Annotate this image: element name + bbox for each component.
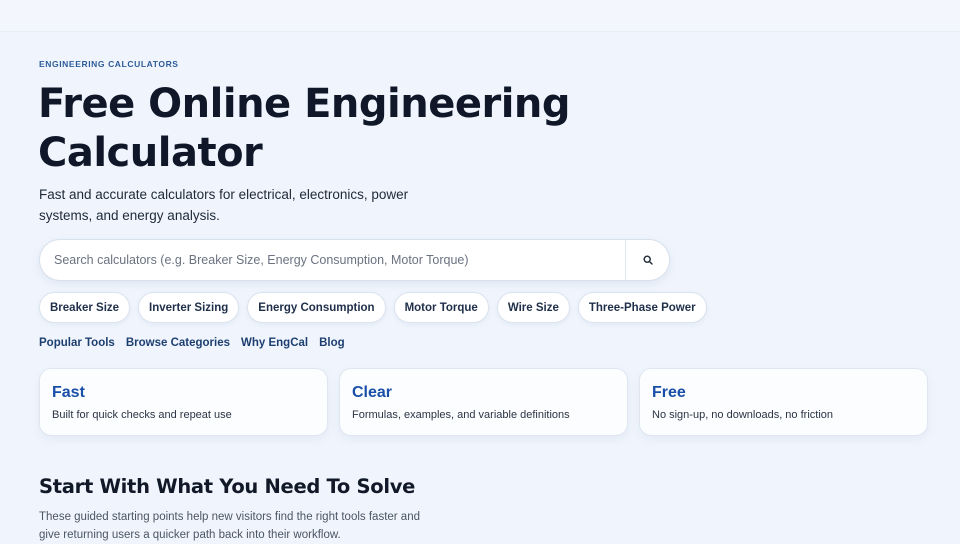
nav-popular-tools[interactable]: Popular Tools xyxy=(39,337,115,349)
chip-energy-consumption[interactable]: Energy Consumption xyxy=(247,292,386,323)
section-description: These guided starting points help new vi… xyxy=(39,511,420,541)
eyebrow-label: ENGINEERING CALCULATORS xyxy=(39,59,179,69)
search-icon xyxy=(642,255,653,265)
chip-motor-torque[interactable]: Motor Torque xyxy=(393,292,489,323)
feature-card-clear: Clear Formulas, examples, and variable d… xyxy=(339,368,628,436)
feature-desc: Built for quick checks and repeat use xyxy=(52,409,232,421)
quick-chips: Breaker Size Inverter Sizing Energy Cons… xyxy=(39,292,707,323)
feature-card-free: Free No sign-up, no downloads, no fricti… xyxy=(639,368,928,436)
top-bar xyxy=(0,0,960,32)
feature-cards: Fast Built for quick checks and repeat u… xyxy=(39,368,928,436)
nav-why-engcal[interactable]: Why EngCal xyxy=(241,337,308,349)
feature-desc: No sign-up, no downloads, no friction xyxy=(652,409,833,421)
nav-blog[interactable]: Blog xyxy=(319,337,345,349)
chip-inverter-sizing[interactable]: Inverter Sizing xyxy=(138,292,240,323)
hero-subtitle: Fast and accurate calculators for electr… xyxy=(39,187,409,223)
chip-wire-size[interactable]: Wire Size xyxy=(496,292,570,323)
feature-title: Free xyxy=(652,384,686,401)
feature-card-fast: Fast Built for quick checks and repeat u… xyxy=(39,368,328,436)
chip-three-phase-power[interactable]: Three-Phase Power xyxy=(577,292,707,323)
section-nav: Popular Tools Browse Categories Why EngC… xyxy=(39,337,345,349)
chip-breaker-size[interactable]: Breaker Size xyxy=(39,292,131,323)
feature-title: Fast xyxy=(52,384,85,401)
page-title: Free Online Engineering Calculator xyxy=(38,81,571,176)
nav-browse-categories[interactable]: Browse Categories xyxy=(126,337,230,349)
search-button[interactable] xyxy=(625,240,669,280)
search-input[interactable] xyxy=(40,240,626,280)
feature-title: Clear xyxy=(352,384,393,401)
section-title: Start With What You Need To Solve xyxy=(39,475,416,498)
feature-desc: Formulas, examples, and variable definit… xyxy=(352,409,570,421)
search-bar xyxy=(39,239,670,281)
